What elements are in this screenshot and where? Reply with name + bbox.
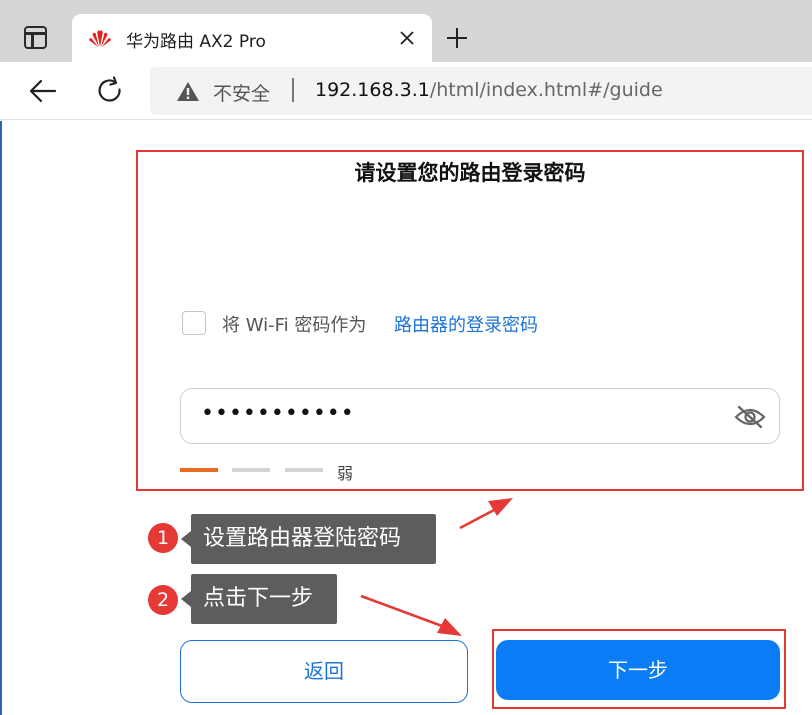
- warning-triangle-icon[interactable]: [176, 81, 200, 102]
- step-1-badge: 1: [148, 523, 178, 553]
- security-status[interactable]: 不安全: [213, 79, 270, 106]
- router-login-password-link[interactable]: 路由器的登录密码: [394, 311, 538, 337]
- browser-tab[interactable]: 华为路由 AX2 Pro: [72, 14, 432, 62]
- browser-toolbar: 不安全 192.168.3.1/html/index.html#/guide: [0, 62, 812, 120]
- url-text[interactable]: 192.168.3.1/html/index.html#/guide: [315, 79, 663, 101]
- step-1-callout: 设置路由器登陆密码: [181, 514, 436, 564]
- password-value: •••••••••••: [201, 401, 355, 426]
- next-button[interactable]: 下一步: [496, 640, 780, 700]
- reload-icon[interactable]: [95, 76, 125, 106]
- tab-actions-icon[interactable]: [24, 26, 47, 49]
- page-edge-line: [0, 121, 2, 715]
- back-button[interactable]: 返回: [180, 640, 468, 703]
- strength-bar-2: [232, 468, 270, 472]
- close-icon[interactable]: [398, 29, 416, 47]
- tab-title: 华为路由 AX2 Pro: [126, 32, 266, 52]
- tab-strip: 华为路由 AX2 Pro: [0, 0, 812, 62]
- arrow-left-icon[interactable]: [28, 77, 58, 105]
- url-path: /html/index.html#/guide: [429, 79, 663, 101]
- address-bar[interactable]: 不安全 192.168.3.1/html/index.html#/guide: [150, 67, 812, 115]
- strength-bar-1: [180, 468, 218, 472]
- step-2-callout: 点击下一步: [181, 574, 337, 624]
- huawei-logo-icon: [89, 30, 111, 48]
- checkbox-label: 将 Wi-Fi 密码作为: [222, 315, 367, 336]
- strength-bar-3: [285, 468, 323, 472]
- step-2-badge: 2: [148, 585, 178, 615]
- page-title: 请设置您的路由登录密码: [354, 161, 586, 185]
- eye-slash-icon[interactable]: [733, 403, 767, 431]
- use-wifi-password-checkbox[interactable]: [182, 311, 206, 335]
- plus-icon[interactable]: [445, 26, 469, 50]
- password-input[interactable]: •••••••••••: [180, 388, 780, 444]
- strength-label: 弱: [337, 464, 354, 483]
- address-separator: [292, 78, 294, 102]
- url-host: 192.168.3.1: [315, 79, 430, 101]
